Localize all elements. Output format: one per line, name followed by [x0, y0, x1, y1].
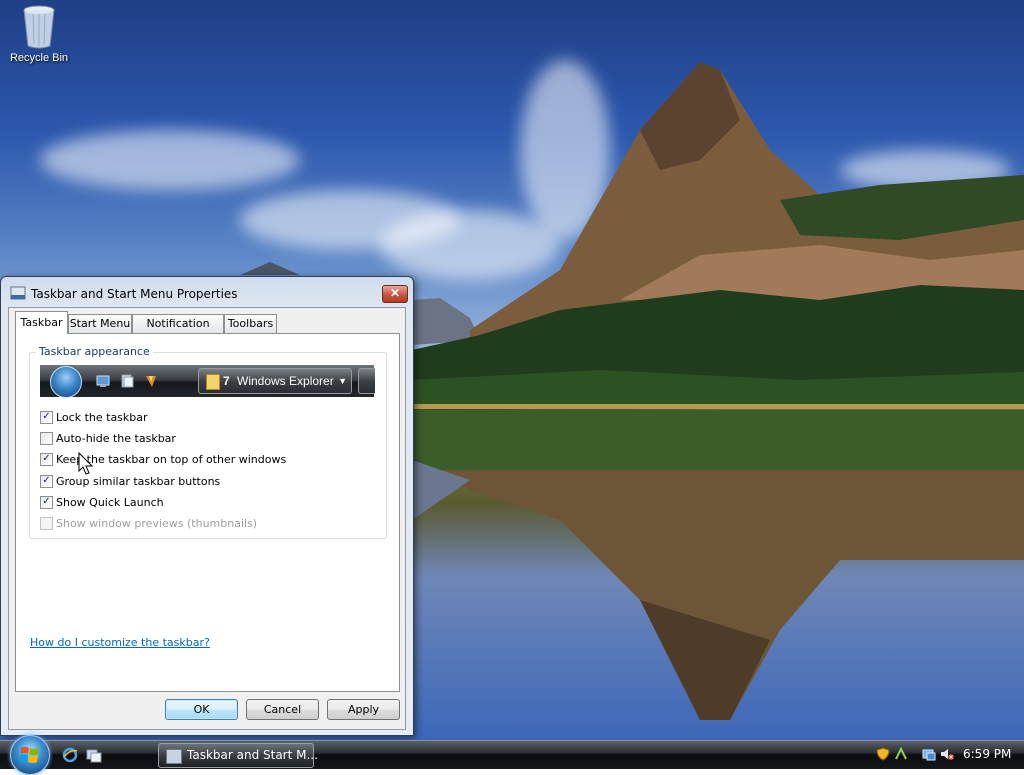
- start-button[interactable]: [10, 735, 50, 775]
- switch-windows-icon: [121, 374, 134, 388]
- safely-remove-icon[interactable]: [922, 747, 936, 761]
- security-shield-icon[interactable]: [876, 747, 890, 761]
- option-label: Lock the taskbar: [56, 411, 148, 424]
- windows-logo-icon: [20, 747, 39, 763]
- cancel-button[interactable]: Cancel: [246, 699, 319, 720]
- taskbar-tab-panel: Taskbar appearance 7 Windows Explorer ▼: [15, 333, 400, 692]
- preview-taskbar-group-button: 7 Windows Explorer ▼: [198, 368, 352, 394]
- apply-button[interactable]: Apply: [327, 699, 400, 720]
- show-desktop-icon: [96, 375, 110, 387]
- close-button[interactable]: ✕: [382, 285, 408, 303]
- group-buttons-checkbox[interactable]: ✓: [40, 475, 53, 488]
- taskbar-settings-icon: [10, 286, 26, 300]
- help-link[interactable]: How do I customize the taskbar?: [30, 636, 210, 649]
- tab-start-menu[interactable]: Start Menu: [68, 314, 132, 333]
- taskbar: Taskbar and Start M... 6:59 PM: [0, 735, 1024, 775]
- taskbar-properties-dialog: Taskbar and Start Menu Properties ✕ Task…: [0, 276, 414, 736]
- recycle-bin-label: Recycle Bin: [9, 52, 69, 64]
- option-label: Auto-hide the taskbar: [56, 432, 176, 445]
- preview-group-label: Windows Explorer: [237, 374, 334, 388]
- option-label: Show Quick Launch: [56, 496, 164, 509]
- media-player-icon: [146, 376, 156, 387]
- folder-icon: [206, 374, 220, 390]
- close-icon: ✕: [389, 286, 401, 300]
- window-previews-checkbox: [40, 517, 53, 530]
- auto-hide-checkbox[interactable]: [40, 432, 53, 445]
- internet-explorer-icon[interactable]: [62, 747, 78, 763]
- chevron-down-icon: ▼: [338, 376, 347, 386]
- recycle-bin-icon: [23, 5, 55, 49]
- tab-toolbars[interactable]: Toolbars: [224, 314, 277, 333]
- ok-button[interactable]: OK: [165, 699, 238, 720]
- keep-on-top-checkbox[interactable]: ✓: [40, 453, 53, 466]
- clock[interactable]: 6:59 PM: [963, 747, 1011, 761]
- network-icon[interactable]: [894, 747, 908, 761]
- option-label: Group similar taskbar buttons: [56, 475, 221, 488]
- start-orb-preview-icon: [50, 366, 82, 398]
- taskbar-settings-icon: [166, 749, 182, 764]
- quick-launch-checkbox[interactable]: ✓: [40, 496, 53, 509]
- mouse-cursor-icon: [78, 452, 94, 475]
- dialog-title: Taskbar and Start Menu Properties: [31, 287, 238, 301]
- volume-muted-icon[interactable]: [940, 747, 954, 761]
- task-button-label: Taskbar and Start M...: [187, 748, 318, 762]
- tab-taskbar[interactable]: Taskbar: [15, 311, 68, 334]
- option-label: Show window previews (thumbnails): [56, 517, 258, 530]
- group-label: Taskbar appearance: [36, 345, 153, 358]
- dialog-client-area: Taskbar Start Menu Notification Area Too…: [8, 307, 406, 730]
- desktop-icon-recycle-bin[interactable]: Recycle Bin: [4, 2, 74, 64]
- taskbar-button-taskbar-properties[interactable]: Taskbar and Start M...: [158, 743, 318, 768]
- tab-notification-area[interactable]: Notification Area: [132, 314, 224, 348]
- dialog-titlebar[interactable]: Taskbar and Start Menu Properties ✕: [1, 277, 411, 307]
- switch-windows-icon[interactable]: [86, 747, 102, 763]
- lock-taskbar-checkbox[interactable]: ✓: [40, 411, 53, 424]
- notification-area: 6:59 PM: [866, 741, 1024, 769]
- taskbar-preview-image: 7 Windows Explorer ▼: [40, 365, 375, 398]
- preview-taskbar-button-partial: [358, 368, 375, 394]
- taskbar-appearance-group: Taskbar appearance 7 Windows Explorer ▼: [29, 345, 387, 539]
- preview-group-count: 7: [223, 374, 230, 388]
